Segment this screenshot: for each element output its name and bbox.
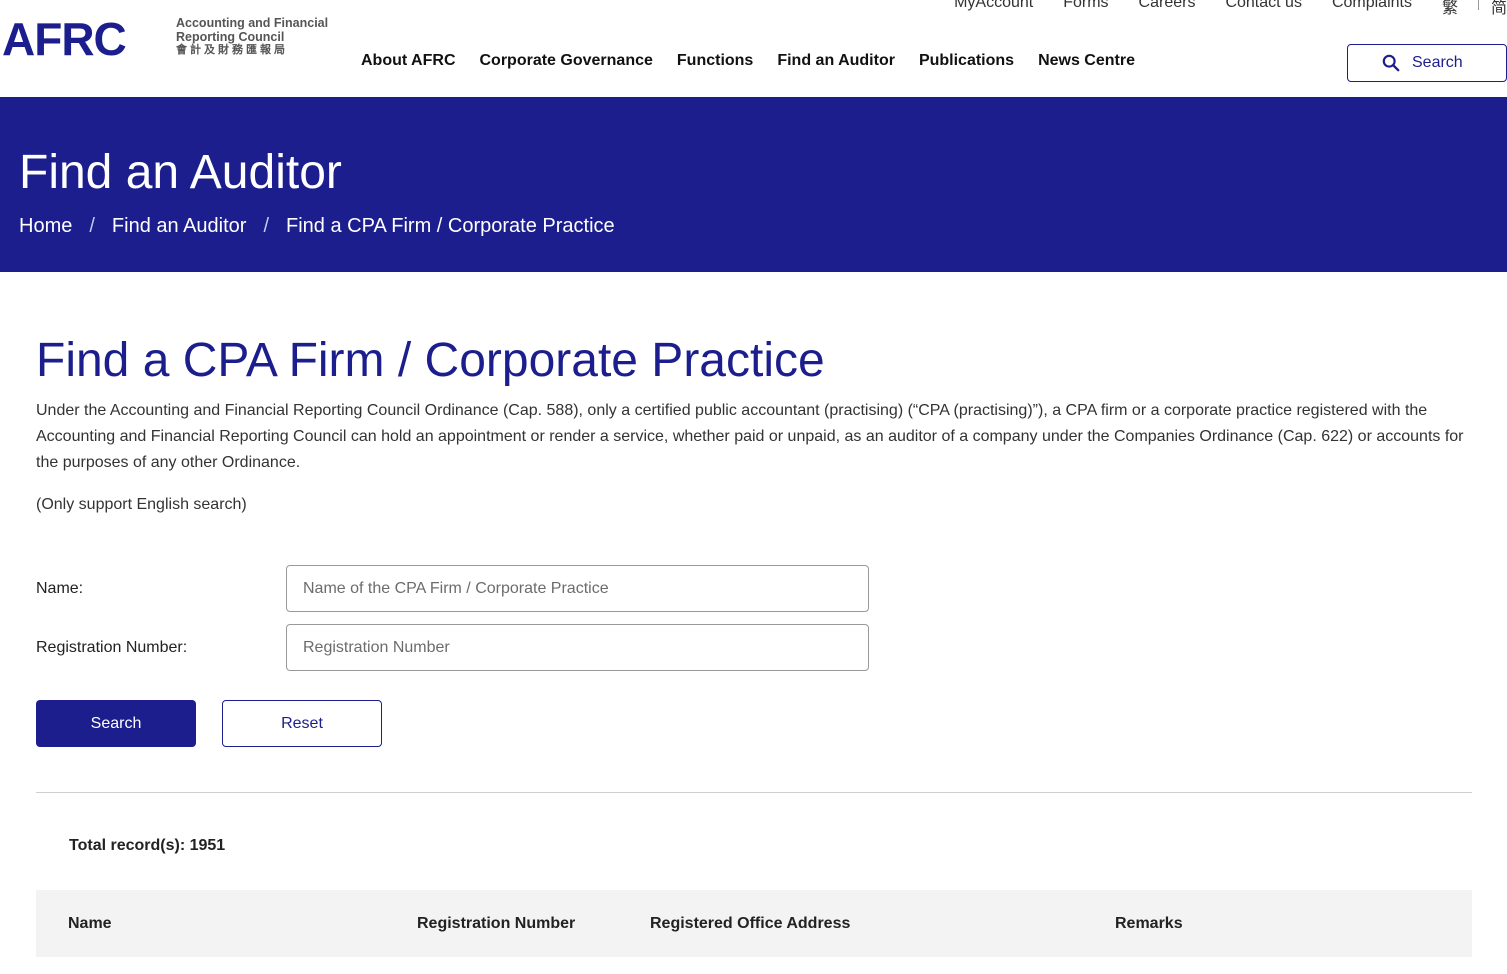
main-nav: About AFRC Corporate Governance Function… [361,52,1159,70]
breadcrumb-separator: / [263,215,270,237]
reset-button[interactable]: Reset [222,700,382,747]
page-title: Find a CPA Firm / Corporate Practice [36,334,825,387]
col-header-name[interactable]: Name [68,915,112,933]
breadcrumb-current[interactable]: Find a CPA Firm / Corporate Practice [286,214,615,238]
header-search-label: Search [1412,54,1463,71]
nav-about-afrc[interactable]: About AFRC [361,52,456,70]
nav-corporate-governance[interactable]: Corporate Governance [480,52,653,70]
util-link-complaints[interactable]: Complaints [1332,0,1412,12]
breadcrumb-home[interactable]: Home [19,214,72,238]
search-button[interactable]: Search [36,700,196,747]
page-banner: Find an Auditor Home / Find an Auditor /… [0,97,1507,272]
logo-chinese: 會計及財務匯報局 [176,44,288,56]
search-icon [1382,54,1400,72]
breadcrumb-separator: / [89,215,95,237]
header-search-button[interactable]: Search [1347,44,1507,82]
divider [36,792,1472,793]
lang-traditional-chinese[interactable]: 繁 [1442,0,1458,18]
banner-title: Find an Auditor [19,146,342,199]
intro-text: Under the Accounting and Financial Repor… [36,402,1464,471]
breadcrumb: Home / Find an Auditor / Find a CPA Firm… [19,214,615,238]
nav-find-an-auditor[interactable]: Find an Auditor [777,52,895,70]
util-link-contact[interactable]: Contact us [1225,0,1301,12]
nav-functions[interactable]: Functions [677,52,753,70]
breadcrumb-find-an-auditor[interactable]: Find an Auditor [112,214,247,238]
logo-line-2: Reporting Council [176,29,285,44]
name-input[interactable] [286,565,869,612]
util-link-careers[interactable]: Careers [1139,0,1196,12]
util-link-forms[interactable]: Forms [1063,0,1108,12]
logo-line-1: Accounting and Financial [176,16,329,30]
site-header: AFRC Accounting and Financial Reporting … [0,0,1507,97]
nav-publications[interactable]: Publications [919,52,1014,70]
registration-input[interactable] [286,624,869,671]
lang-simplified-chinese[interactable]: 简 [1491,0,1507,18]
registration-label: Registration Number: [36,638,188,656]
logo-text: Accounting and Financial Reporting Counc… [176,16,346,58]
col-header-remarks[interactable]: Remarks [1115,915,1183,933]
nav-news-centre[interactable]: News Centre [1038,52,1135,70]
search-note: (Only support English search) [36,496,247,513]
lang-divider [1477,0,1479,10]
registration-row: Registration Number: [36,624,869,671]
name-label: Name: [36,579,84,597]
col-header-registration-number[interactable]: Registration Number [417,915,575,933]
total-records: Total record(s): 1951 [69,837,226,854]
utility-nav: MyAccount Forms Careers Contact us Compl… [924,0,1507,17]
logo-mark: AFRC [2,13,127,65]
col-header-registered-office-address[interactable]: Registered Office Address [650,915,850,933]
name-row: Name: [36,565,869,612]
util-link-myaccount[interactable]: MyAccount [954,0,1033,12]
results-table-header: Name Registration Number Registered Offi… [36,890,1472,957]
